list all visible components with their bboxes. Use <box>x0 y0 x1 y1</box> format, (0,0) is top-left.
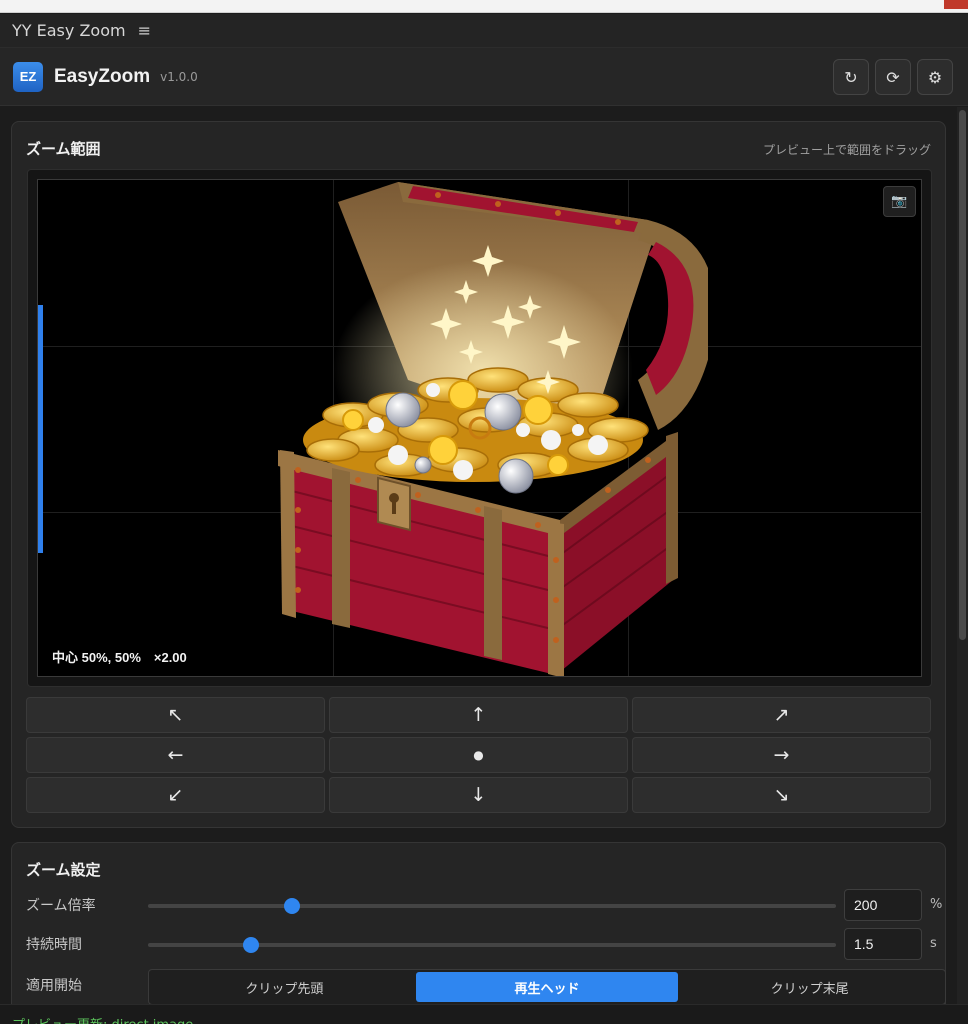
apply-start-label: 適用開始 <box>26 978 82 994</box>
zoom-status-text: 中心 50%, 50% ×2.00 <box>52 650 187 665</box>
pan-down-left-button[interactable]: ↙ <box>26 777 325 813</box>
magnification-label: ズーム倍率 <box>26 898 96 914</box>
pan-right-button[interactable]: → <box>632 737 931 773</box>
preview-canvas[interactable]: 📷 中心 50%, 50% ×2.00 <box>37 179 922 677</box>
app-name: EasyZoom <box>54 65 151 87</box>
duration-row: 持続時間 1.5 s <box>26 928 937 960</box>
magnification-row: ズーム倍率 200 % <box>26 889 942 921</box>
window-close-strip[interactable] <box>944 0 968 9</box>
duration-unit: s <box>930 936 937 951</box>
undo-button[interactable]: ↻ <box>833 59 869 95</box>
vertical-scrollbar[interactable] <box>957 107 968 1004</box>
apply-start-option-clip-end[interactable]: クリップ末尾 <box>678 972 941 1002</box>
pan-down-button[interactable]: ↓ <box>329 777 628 813</box>
preview-frame: 📷 中心 50%, 50% ×2.00 <box>27 169 932 687</box>
window-title: YY Easy Zoom <box>12 21 126 40</box>
treasure-chest-image <box>278 182 708 676</box>
duration-label: 持続時間 <box>26 937 82 953</box>
camera-icon: 📷 <box>891 194 908 209</box>
zoom-range-indicator[interactable] <box>38 305 43 553</box>
browser-top-strip <box>0 0 968 13</box>
duration-slider-thumb[interactable] <box>243 937 260 953</box>
gear-icon: ⚙ <box>927 67 943 87</box>
apply-start-segmented-control: クリップ先頭 再生ヘッド クリップ末尾 <box>148 969 946 1005</box>
apply-start-row: 適用開始 クリップ先頭 再生ヘッド クリップ末尾 <box>26 969 946 1005</box>
pan-up-right-button[interactable]: ↗ <box>632 697 931 733</box>
magnification-input[interactable]: 200 <box>844 889 922 921</box>
zoom-range-hint: プレビュー上で範囲をドラッグ <box>762 143 931 157</box>
app-logo: EZ <box>13 61 43 92</box>
hamburger-menu-icon[interactable]: ≡ <box>138 21 151 40</box>
refresh-button[interactable]: ⟳ <box>875 59 911 95</box>
magnification-slider[interactable] <box>148 898 836 914</box>
apply-start-option-playhead[interactable]: 再生ヘッド <box>415 972 679 1002</box>
app-version: v1.0.0 <box>160 69 198 84</box>
window-titlebar: YY Easy Zoom ≡ <box>0 14 968 48</box>
apply-start-option-clip-start[interactable]: クリップ先頭 <box>153 972 416 1002</box>
duration-input[interactable]: 1.5 <box>844 928 922 960</box>
pan-center-button[interactable]: ● <box>329 737 628 773</box>
zoom-range-title: ズーム範囲 <box>26 140 101 158</box>
app-header: EZ EasyZoom v1.0.0 ↻ ⟳ ⚙ <box>0 48 968 106</box>
pan-up-left-button[interactable]: ↖ <box>26 697 325 733</box>
settings-button[interactable]: ⚙ <box>917 59 953 95</box>
scrollbar-thumb[interactable] <box>959 110 966 640</box>
header-buttons: ↻ ⟳ ⚙ <box>833 59 953 95</box>
magnification-slider-thumb[interactable] <box>284 898 301 914</box>
magnification-unit: % <box>930 897 943 912</box>
duration-slider[interactable] <box>148 937 836 953</box>
status-footer: プレビュー更新: direct image <box>0 1004 968 1024</box>
footer-status-text: プレビュー更新: direct image <box>12 1014 193 1024</box>
snapshot-button[interactable]: 📷 <box>883 186 916 217</box>
zoom-settings-panel: ズーム設定 ズーム倍率 200 % 持続時間 1.5 s 適用開始 クリップ先頭… <box>11 842 946 1012</box>
pan-down-right-button[interactable]: ↘ <box>632 777 931 813</box>
pan-up-button[interactable]: ↑ <box>329 697 628 733</box>
refresh-icon: ⟳ <box>886 67 900 87</box>
pan-direction-grid: ↖ ↑ ↗ ← ● → ↙ ↓ ↘ <box>26 697 932 813</box>
undo-icon: ↻ <box>844 67 858 87</box>
zoom-range-panel: ズーム範囲 プレビュー上で範囲をドラッグ 📷 中心 50%, 50% ×2.00… <box>11 121 946 828</box>
pan-left-button[interactable]: ← <box>26 737 325 773</box>
zoom-settings-title: ズーム設定 <box>26 861 101 879</box>
